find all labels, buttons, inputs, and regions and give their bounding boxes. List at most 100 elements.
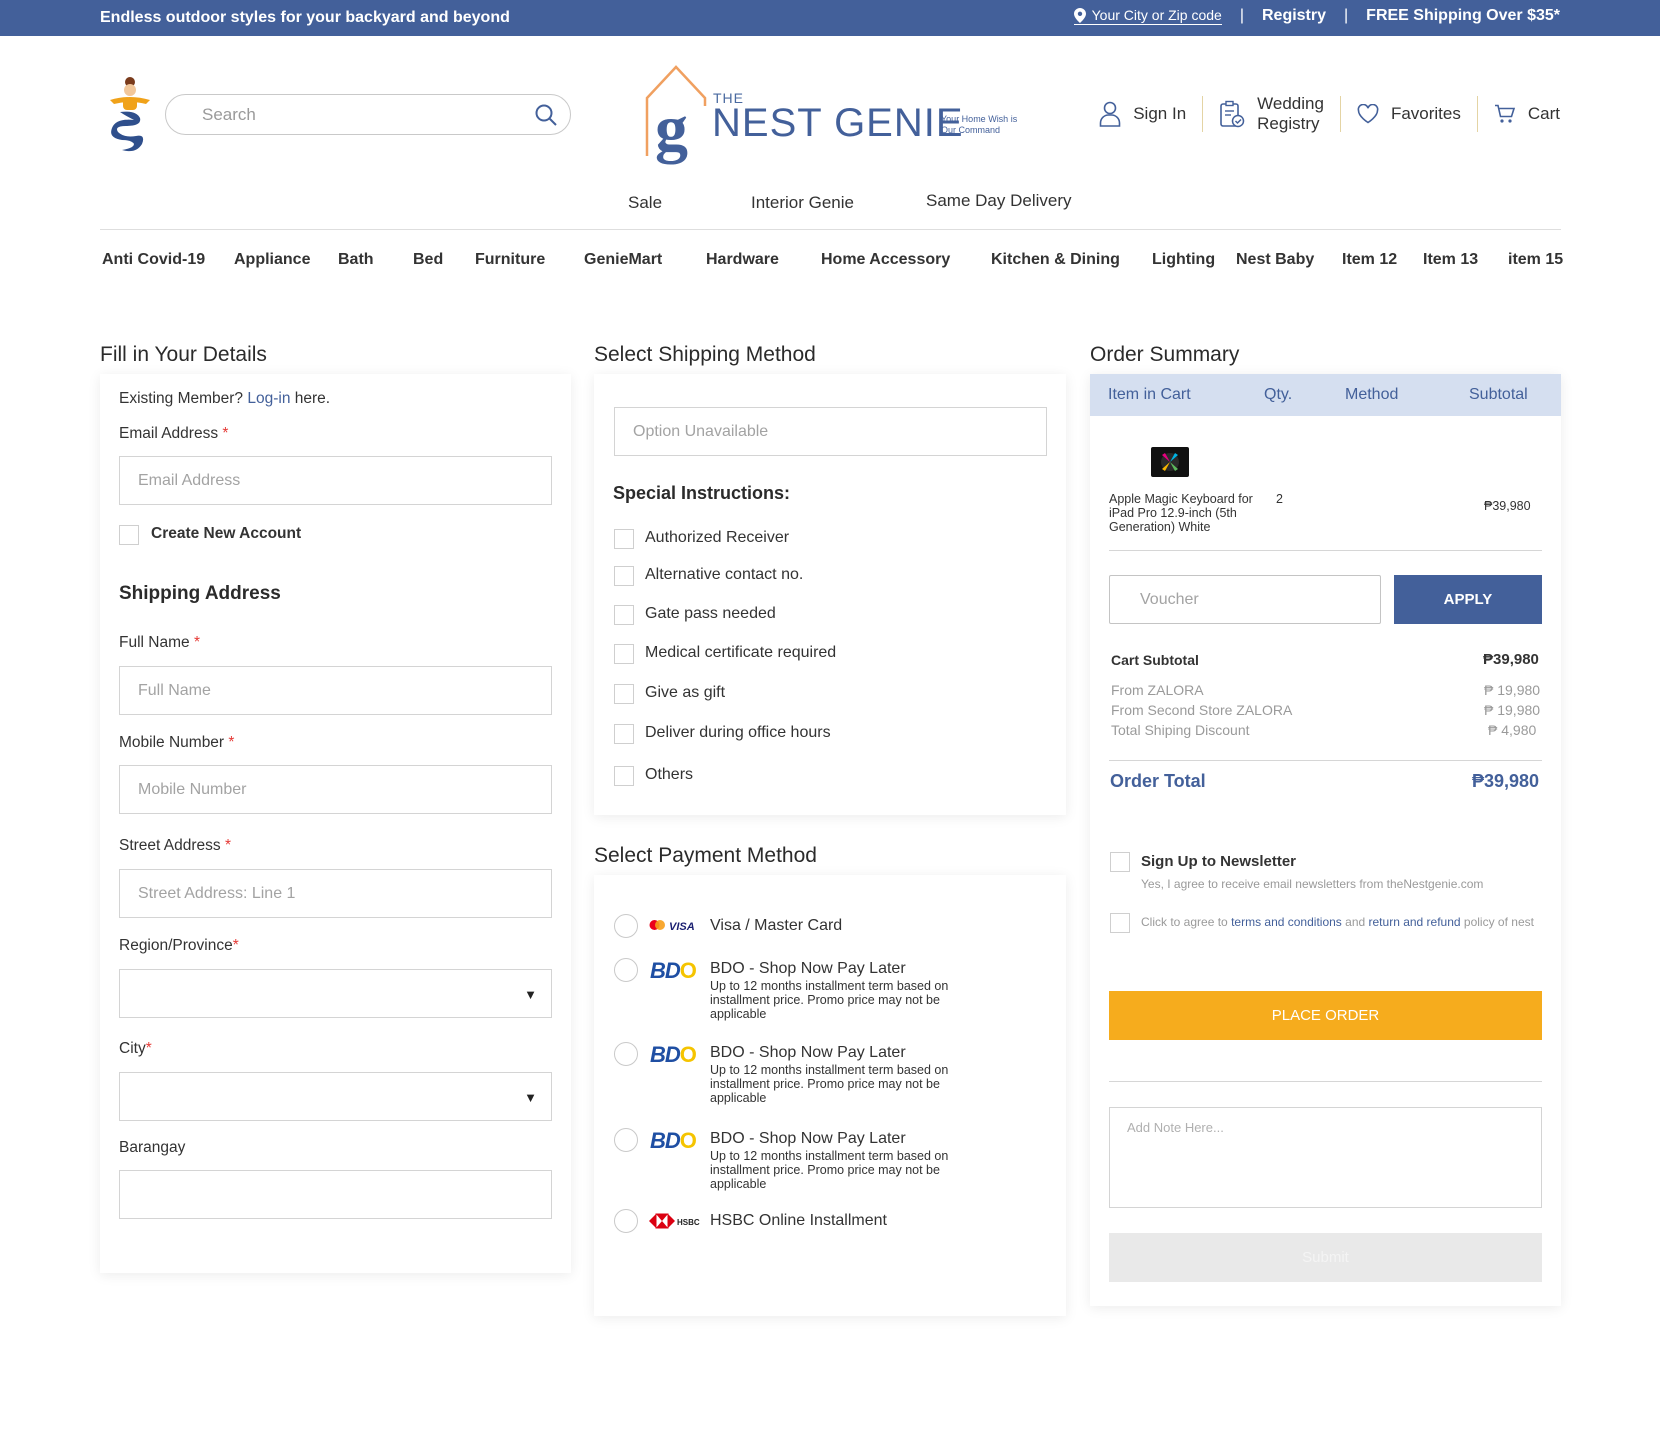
order-note-input[interactable] [1110, 1108, 1541, 1207]
search-icon[interactable] [534, 103, 558, 127]
category-item[interactable]: Bed [413, 251, 443, 269]
full-name-input[interactable] [120, 667, 551, 714]
order-summary-title: Order Summary [1090, 343, 1240, 366]
mobile-label-text: Mobile Number [119, 734, 225, 751]
favorites-label: Favorites [1390, 104, 1461, 123]
email-input[interactable] [120, 457, 551, 504]
city-label-text: City [119, 1040, 146, 1057]
payment-radio-bdo[interactable] [614, 958, 638, 982]
payment-label-hsbc: HSBC Online Installment [710, 1212, 887, 1229]
store-subtotal-label: From ZALORA [1111, 682, 1204, 698]
terms-and: and [1345, 915, 1366, 929]
terms-link[interactable]: terms and conditions [1231, 915, 1342, 929]
category-item[interactable]: Anti Covid-19 [102, 251, 205, 269]
wedding-line2: Registry [1257, 114, 1320, 133]
instruction-checkbox[interactable] [614, 529, 634, 549]
shipping-option-select[interactable] [614, 407, 1047, 456]
place-order-button[interactable]: PLACE ORDER [1109, 991, 1542, 1040]
apply-voucher-button[interactable]: APPLY [1394, 575, 1542, 624]
barangay-field[interactable] [119, 1170, 552, 1219]
category-item[interactable]: Hardware [706, 251, 779, 269]
wedding-line1: Wedding [1257, 94, 1324, 113]
wedding-registry-button[interactable]: Wedding Registry [1203, 94, 1340, 134]
registry-link[interactable]: Registry [1262, 7, 1326, 25]
header-actions: Sign In Wedding Registry Favorites Cart [1083, 92, 1560, 136]
top-banner-links: Your City or Zip code | Registry | FREE … [1073, 7, 1560, 25]
shipping-discount-value: ₱ 4,980 [1488, 722, 1537, 738]
newsletter-checkbox[interactable] [1110, 852, 1130, 872]
full-name-label-text: Full Name [119, 634, 190, 651]
cart-button[interactable]: Cart [1478, 104, 1560, 124]
terms-checkbox[interactable] [1110, 913, 1130, 933]
instruction-label: Alternative contact no. [645, 566, 804, 583]
category-item[interactable]: GenieMart [584, 251, 662, 269]
payment-method-title: Select Payment Method [594, 844, 817, 867]
details-panel: Existing Member? Log-in here. Email Addr… [100, 374, 571, 1273]
subnav-item-same-day-delivery[interactable]: Same Day Delivery [926, 191, 1072, 211]
payment-label-bdo: BDO - Shop Now Pay Later [710, 960, 906, 977]
login-link[interactable]: Log-in [247, 390, 290, 407]
mobile-input[interactable] [120, 766, 551, 813]
mobile-field[interactable] [119, 765, 552, 814]
shipping-option-input[interactable] [615, 408, 1046, 455]
location-link[interactable]: Your City or Zip code [1073, 7, 1222, 25]
hsbc-logo-text: HSBC [677, 1218, 700, 1227]
category-item[interactable]: Item 13 [1423, 251, 1478, 269]
street-field[interactable] [119, 869, 552, 918]
full-name-field[interactable] [119, 666, 552, 715]
required-mark: * [193, 634, 200, 651]
category-item[interactable]: Bath [338, 251, 374, 269]
payment-radio-hsbc[interactable] [614, 1209, 638, 1233]
category-item[interactable]: Lighting [1152, 251, 1215, 269]
instruction-checkbox[interactable] [614, 605, 634, 625]
special-instructions-title: Special Instructions: [613, 483, 791, 503]
voucher-input[interactable] [1110, 576, 1380, 623]
search-input[interactable] [202, 105, 502, 125]
cart-item-qty: 2 [1276, 492, 1283, 506]
required-mark: * [228, 734, 235, 751]
favorites-button[interactable]: Favorites [1341, 104, 1477, 124]
instruction-checkbox[interactable] [614, 684, 634, 704]
submit-note-button[interactable]: Submit [1109, 1233, 1542, 1282]
category-item[interactable]: Item 12 [1342, 251, 1397, 269]
payment-radio-bdo[interactable] [614, 1128, 638, 1152]
create-account-checkbox[interactable] [119, 525, 139, 545]
refund-link[interactable]: return and refund [1369, 915, 1461, 929]
instruction-checkbox[interactable] [614, 724, 634, 744]
bdo-logo-o: O [679, 1128, 697, 1153]
category-item[interactable]: Nest Baby [1236, 251, 1314, 269]
category-item[interactable]: Furniture [475, 251, 545, 269]
subnav-item-interior-genie[interactable]: Interior Genie [751, 193, 854, 213]
instruction-label: Authorized Receiver [645, 529, 790, 546]
sign-in-button[interactable]: Sign In [1083, 101, 1202, 127]
category-item[interactable]: Home Accessory [821, 251, 950, 269]
order-note-field[interactable] [1109, 1107, 1542, 1208]
create-account-label: Create New Account [151, 525, 302, 542]
category-item[interactable]: Kitchen & Dining [991, 251, 1120, 269]
subnav-item-sale[interactable]: Sale [628, 193, 662, 213]
instruction-checkbox[interactable] [614, 644, 634, 664]
separator: | [1239, 7, 1244, 24]
site-logo[interactable]: g THE NEST GENIE Your Home Wish is Our C… [643, 64, 1018, 168]
payment-radio-visa[interactable] [614, 914, 638, 938]
voucher-field[interactable] [1109, 575, 1381, 624]
visa-mastercard-logo-icon: VISA [649, 920, 695, 933]
full-name-label: Full Name * [119, 634, 200, 652]
divider [1109, 1081, 1542, 1082]
email-label: Email Address * [119, 425, 228, 443]
city-select[interactable]: ▼ [119, 1072, 552, 1121]
email-field[interactable] [119, 456, 552, 505]
search-bar[interactable] [165, 94, 571, 135]
logo-tagline: Your Home Wish is Our Command [941, 114, 1018, 135]
category-item[interactable]: item 15 [1508, 251, 1563, 269]
free-shipping-link[interactable]: FREE Shipping Over $35* [1366, 7, 1560, 25]
street-input[interactable] [120, 870, 551, 917]
payment-radio-bdo[interactable] [614, 1042, 638, 1066]
city-label: City* [119, 1040, 152, 1058]
instruction-checkbox[interactable] [614, 566, 634, 586]
region-select[interactable]: ▼ [119, 969, 552, 1018]
email-label-text: Email Address [119, 425, 219, 442]
instruction-checkbox[interactable] [614, 766, 634, 786]
category-item[interactable]: Appliance [234, 251, 310, 269]
barangay-input[interactable] [120, 1171, 551, 1218]
